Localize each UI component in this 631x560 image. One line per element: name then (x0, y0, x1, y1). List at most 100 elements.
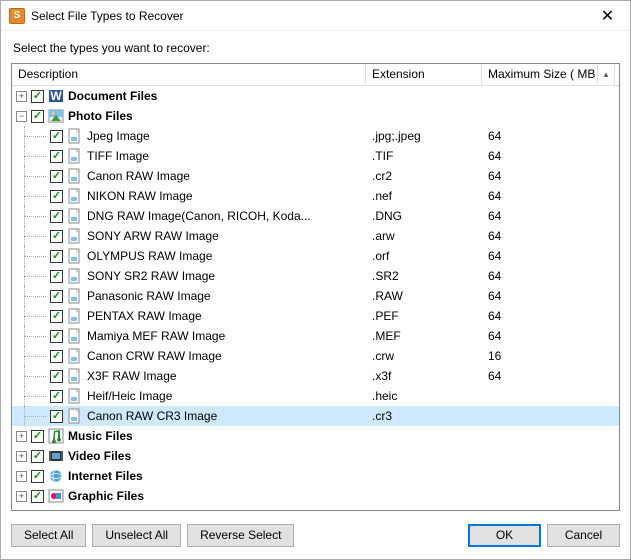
file-type-row[interactable]: ✓Mamiya MEF RAW Image.MEF64 (12, 326, 619, 346)
expand-toggle[interactable]: + (16, 431, 27, 442)
checkbox[interactable]: ✓ (50, 130, 63, 143)
checkbox[interactable]: ✓ (50, 390, 63, 403)
extension-cell: .crw (366, 349, 482, 363)
file-type-row[interactable]: ✓SONY ARW RAW Image.arw64 (12, 226, 619, 246)
checkbox[interactable]: ✓ (31, 490, 44, 503)
reverse-select-button[interactable]: Reverse Select (187, 524, 294, 547)
checkbox[interactable]: ✓ (50, 410, 63, 423)
expand-toggle[interactable]: − (16, 111, 27, 122)
internet-icon (48, 468, 64, 484)
file-type-row[interactable]: ✓DNG RAW Image(Canon, RICOH, Koda....DNG… (12, 206, 619, 226)
column-header-description[interactable]: Description (12, 64, 366, 85)
checkbox[interactable]: ✓ (50, 290, 63, 303)
checkbox[interactable]: ✓ (50, 330, 63, 343)
svg-text:W: W (50, 89, 62, 103)
size-cell: 64 (482, 289, 598, 303)
cancel-button[interactable]: Cancel (547, 524, 620, 547)
file-type-label: Canon CRW RAW Image (87, 349, 222, 363)
instruction-text: Select the types you want to recover: (1, 31, 630, 63)
category-row[interactable]: + ✓ Music Files (12, 426, 619, 446)
file-type-row[interactable]: ✓TIFF Image.TIF64 (12, 146, 619, 166)
file-type-label: Jpeg Image (87, 129, 150, 143)
tree-line (16, 226, 50, 246)
file-type-label: OLYMPUS RAW Image (87, 249, 212, 263)
column-header-extension[interactable]: Extension (366, 64, 482, 85)
expand-toggle[interactable]: + (16, 451, 27, 462)
checkbox[interactable]: ✓ (50, 170, 63, 183)
checkbox[interactable]: ✓ (50, 370, 63, 383)
file-type-label: SONY SR2 RAW Image (87, 269, 215, 283)
category-label: Music Files (68, 429, 133, 443)
size-cell: 64 (482, 209, 598, 223)
tree-line (16, 206, 50, 226)
file-type-label: Canon RAW CR3 Image (87, 409, 217, 423)
extension-cell: .x3f (366, 369, 482, 383)
file-icon (67, 388, 83, 404)
select-all-button[interactable]: Select All (11, 524, 86, 547)
expand-toggle[interactable]: + (16, 91, 27, 102)
checkbox[interactable]: ✓ (31, 430, 44, 443)
file-type-row[interactable]: ✓ X3F RAW Image .x3f64 (12, 366, 619, 386)
checkbox[interactable]: ✓ (50, 190, 63, 203)
checkbox[interactable]: ✓ (50, 150, 63, 163)
category-row[interactable]: +✓Archive Files (12, 506, 619, 510)
tree-line (16, 326, 50, 346)
checkbox[interactable]: ✓ (50, 250, 63, 263)
checkbox[interactable]: ✓ (50, 210, 63, 223)
category-row[interactable]: +✓Internet Files (12, 466, 619, 486)
file-type-row[interactable]: ✓Canon RAW CR3 Image.cr3 (12, 406, 619, 426)
file-icon (67, 348, 83, 364)
size-cell: 64 (482, 129, 598, 143)
file-icon (67, 228, 83, 244)
file-type-row[interactable]: ✓PENTAX RAW Image.PEF64 (12, 306, 619, 326)
expand-toggle[interactable]: + (16, 491, 27, 502)
extension-cell: .MEF (366, 329, 482, 343)
size-cell: 64 (482, 309, 598, 323)
file-type-label: SONY ARW RAW Image (87, 229, 219, 243)
checkbox[interactable]: ✓ (50, 310, 63, 323)
checkbox[interactable]: ✓ (50, 270, 63, 283)
column-header-max-size[interactable]: Maximum Size ( MB ) (482, 64, 598, 85)
size-cell: 64 (482, 369, 598, 383)
checkbox[interactable]: ✓ (31, 450, 44, 463)
category-row[interactable]: + ✓ W Document Files (12, 86, 619, 106)
file-type-row[interactable]: ✓OLYMPUS RAW Image.orf64 (12, 246, 619, 266)
size-cell: 64 (482, 269, 598, 283)
extension-cell: .orf (366, 249, 482, 263)
tree-line (16, 366, 50, 386)
file-type-row[interactable]: ✓NIKON RAW Image.nef64 (12, 186, 619, 206)
file-type-row[interactable]: ✓Canon CRW RAW Image.crw16 (12, 346, 619, 366)
checkbox[interactable]: ✓ (31, 470, 44, 483)
checkbox[interactable]: ✓ (31, 90, 44, 103)
file-type-row[interactable]: ✓Canon RAW Image.cr264 (12, 166, 619, 186)
category-row[interactable]: + ✓ Graphic Files (12, 486, 619, 506)
checkbox[interactable]: ✓ (31, 510, 44, 511)
file-icon (67, 408, 83, 424)
checkbox[interactable]: ✓ (50, 350, 63, 363)
close-button[interactable]: ✕ (585, 1, 630, 30)
tree-line (16, 246, 50, 266)
file-type-label: X3F RAW Image (87, 369, 177, 383)
checkbox[interactable]: ✓ (31, 110, 44, 123)
file-type-row[interactable]: ✓Panasonic RAW Image.RAW64 (12, 286, 619, 306)
size-cell: 64 (482, 229, 598, 243)
category-label: Document Files (68, 89, 157, 103)
ok-button[interactable]: OK (468, 524, 541, 547)
category-label: Archive Files (68, 509, 143, 510)
checkbox[interactable]: ✓ (50, 230, 63, 243)
column-header-row: Description Extension Maximum Size ( MB … (12, 64, 619, 86)
category-label: Graphic Files (68, 489, 144, 503)
file-type-row[interactable]: ✓SONY SR2 RAW Image.SR264 (12, 266, 619, 286)
scroll-up-icon[interactable]: ▴ (598, 64, 615, 85)
file-type-label: Canon RAW Image (87, 169, 190, 183)
unselect-all-button[interactable]: Unselect All (92, 524, 181, 547)
category-row[interactable]: +✓Video Files (12, 446, 619, 466)
extension-cell: .DNG (366, 209, 482, 223)
category-row[interactable]: −✓Photo Files (12, 106, 619, 126)
tree-body[interactable]: + ✓ W Document Files −✓Photo Files ✓ Jpeg Imag… (12, 86, 619, 510)
file-type-label: Heif/Heic Image (87, 389, 172, 403)
expand-toggle[interactable]: + (16, 471, 27, 482)
file-icon (67, 288, 83, 304)
file-type-row[interactable]: ✓Heif/Heic Image.heic (12, 386, 619, 406)
file-type-row[interactable]: ✓Jpeg Image.jpg;.jpeg64 (12, 126, 619, 146)
